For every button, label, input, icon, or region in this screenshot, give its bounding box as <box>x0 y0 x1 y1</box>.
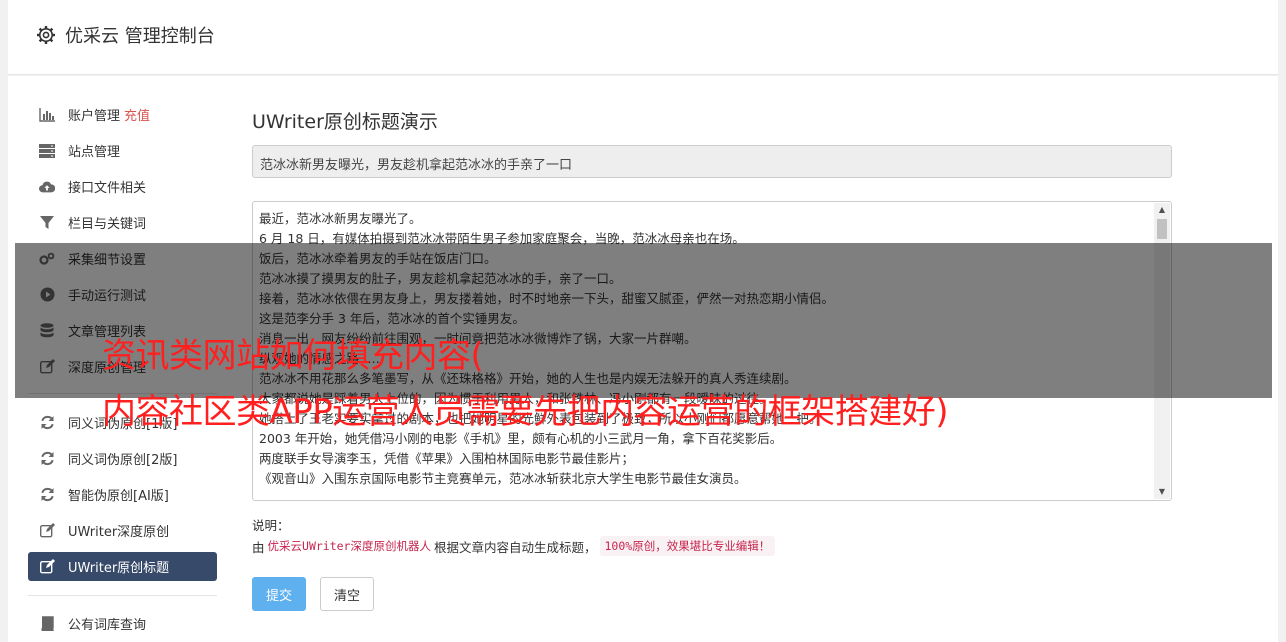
gear-icon <box>37 26 55 44</box>
sidebar-item-word-library[interactable]: 公有词库查询 <box>28 609 217 638</box>
sidebar-item-sites[interactable]: 站点管理 <box>28 136 217 165</box>
note-prefix: 由 <box>252 539 265 555</box>
generated-title-field[interactable]: 范冰冰新男友曝光，男友趁机拿起范冰冰的手亲了一口 <box>252 145 1172 178</box>
submit-button[interactable]: 提交 <box>252 577 306 611</box>
page-heading: UWriter原创标题演示 <box>252 111 438 133</box>
recharge-link[interactable]: 充值 <box>124 105 150 124</box>
clear-button[interactable]: 清空 <box>320 577 374 611</box>
sidebar-item-label: 公有词库查询 <box>68 618 147 633</box>
sidebar-item-account[interactable]: 账户管理 充值 <box>28 100 217 129</box>
article-line: 《观音山》入围东京国际电影节主竞赛单元，范冰冰斩获北京大学生电影节最佳女演员。 <box>259 471 747 486</box>
overlay-title-line-2: 内容社区类APP运营人员需要先把内容运营的框架搭建好) <box>102 392 949 432</box>
sidebar-item-ai-rewrite[interactable]: 智能伪原创[AI版] <box>28 480 217 509</box>
scroll-down-arrow-icon[interactable]: ▼ <box>1154 485 1170 499</box>
article-line: 两度联手女导演李玉，凭借《苹果》入围柏林国际电影节最佳影片； <box>259 451 635 466</box>
sidebar-divider <box>28 595 217 596</box>
sidebar-item-interface[interactable]: 接口文件相关 <box>28 172 217 201</box>
sidebar-item-label: 智能伪原创[AI版] <box>68 489 169 504</box>
cloud-upload-icon <box>39 179 55 195</box>
book-icon <box>39 616 55 632</box>
sidebar-item-label: 账户管理 <box>68 109 121 124</box>
bar-chart-icon <box>39 107 55 123</box>
top-header: 优采云 管理控制台 <box>8 0 1278 75</box>
scroll-up-arrow-icon[interactable]: ▲ <box>1154 203 1170 217</box>
note-highlight: 100%原创，效果堪比专业编辑！ <box>599 536 776 556</box>
filter-icon <box>39 215 55 231</box>
sidebar-item-uwriter-title[interactable]: UWriter原创标题 <box>28 552 217 581</box>
sidebar-item-label: 同义词伪原创[2版] <box>68 453 178 468</box>
refresh-icon <box>39 487 55 503</box>
article-line: 最近，范冰冰新男友曝光了。 <box>259 211 422 226</box>
sidebar-item-label: 接口文件相关 <box>68 181 147 196</box>
sidebar-item-label: UWriter原创标题 <box>68 561 170 576</box>
sidebar-item-keywords[interactable]: 栏目与关键词 <box>28 208 217 237</box>
note-robot-name: 优采云UWriter深度原创机器人 <box>267 539 431 553</box>
app-title: 优采云 管理控制台 <box>65 26 215 47</box>
refresh-icon <box>39 415 55 431</box>
sidebar-item-synonym-v2[interactable]: 同义词伪原创[2版] <box>28 444 217 473</box>
sidebar-item-uwriter-deep[interactable]: UWriter深度原创 <box>28 516 217 545</box>
note-middle: 根据文章内容自动生成标题， <box>433 539 597 555</box>
server-icon <box>39 143 55 159</box>
refresh-icon <box>39 451 55 467</box>
edit-icon <box>39 559 55 575</box>
note-label: 说明： <box>252 518 290 533</box>
edit-icon <box>39 523 55 539</box>
sidebar-item-label: 站点管理 <box>68 145 121 160</box>
scrollbar-thumb[interactable] <box>1157 219 1167 239</box>
sidebar-item-label: 栏目与关键词 <box>68 217 147 232</box>
overlay-title-line-1: 资讯类网站如何填充内容( <box>102 336 484 376</box>
note-description: 由 优采云UWriter深度原创机器人 根据文章内容自动生成标题， 100%原创… <box>252 536 778 556</box>
sidebar-item-label: UWriter深度原创 <box>68 525 170 540</box>
